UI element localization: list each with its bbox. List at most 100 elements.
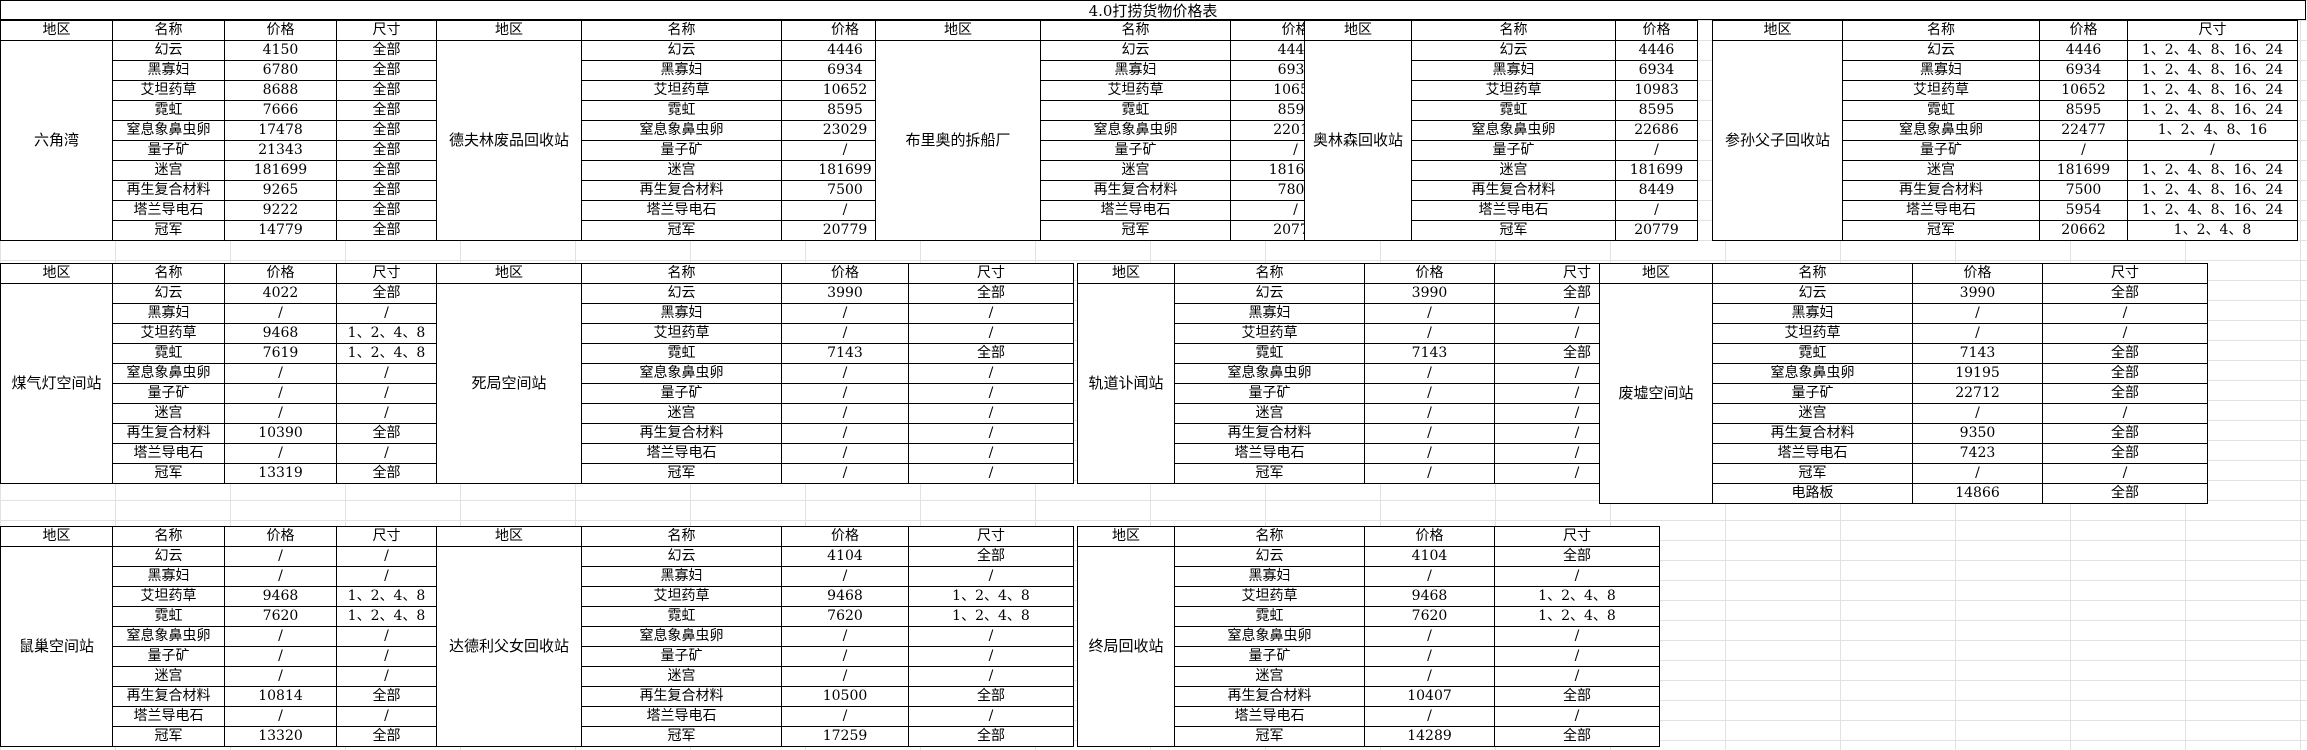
item-name[interactable]: 霓虹 xyxy=(1174,343,1365,364)
item-size[interactable]: 全部 xyxy=(336,463,437,484)
item-size[interactable]: 全部 xyxy=(1494,686,1660,707)
item-name[interactable]: 艾坦药草 xyxy=(112,80,225,101)
item-price[interactable]: / xyxy=(1364,626,1495,647)
item-name[interactable]: 冠军 xyxy=(1040,220,1231,241)
item-size[interactable]: 1、2、4、8 xyxy=(336,323,437,344)
item-price[interactable]: 8688 xyxy=(224,80,337,101)
item-name[interactable]: 窒息象鼻虫卵 xyxy=(112,363,225,384)
item-size[interactable]: 全部 xyxy=(1494,726,1660,747)
header-name[interactable]: 名称 xyxy=(581,263,782,284)
item-name[interactable]: 冠军 xyxy=(581,726,782,747)
item-price[interactable]: 19195 xyxy=(1912,363,2043,384)
item-price[interactable]: 6934 xyxy=(1615,60,1698,81)
item-name[interactable]: 霓虹 xyxy=(1040,100,1231,121)
item-name[interactable]: 塔兰导电石 xyxy=(1411,200,1616,221)
item-name[interactable]: 霓虹 xyxy=(1411,100,1616,121)
item-name[interactable]: 霓虹 xyxy=(112,343,225,364)
item-name[interactable]: 塔兰导电石 xyxy=(1040,200,1231,221)
item-price[interactable]: 20779 xyxy=(1615,220,1698,241)
item-price[interactable]: 7619 xyxy=(224,343,337,364)
item-name[interactable]: 量子矿 xyxy=(1712,383,1913,404)
item-name[interactable]: 电路板 xyxy=(1712,483,1913,504)
item-price[interactable]: 10814 xyxy=(224,686,337,707)
item-size[interactable]: / xyxy=(908,403,1074,424)
item-price[interactable]: / xyxy=(1912,403,2043,424)
item-size[interactable]: / xyxy=(908,363,1074,384)
item-price[interactable]: 20662 xyxy=(2039,220,2128,241)
item-price[interactable]: 10983 xyxy=(1615,80,1698,101)
item-name[interactable]: 量子矿 xyxy=(581,140,782,161)
item-name[interactable]: 幻云 xyxy=(1040,40,1231,61)
item-price[interactable]: / xyxy=(1364,403,1495,424)
header-name[interactable]: 名称 xyxy=(581,20,782,41)
item-price[interactable]: 4022 xyxy=(224,283,337,304)
item-price[interactable]: / xyxy=(1364,666,1495,687)
item-size[interactable]: / xyxy=(1494,706,1660,727)
item-name[interactable]: 再生复合材料 xyxy=(1174,686,1365,707)
item-name[interactable]: 量子矿 xyxy=(1411,140,1616,161)
item-name[interactable]: 黑寡妇 xyxy=(1712,303,1913,324)
item-price[interactable]: 3990 xyxy=(781,283,909,304)
item-size[interactable]: / xyxy=(908,626,1074,647)
item-size[interactable]: / xyxy=(908,706,1074,727)
region-name[interactable]: 达德利父女回收站 xyxy=(436,546,582,747)
item-price[interactable]: 9222 xyxy=(224,200,337,221)
item-price[interactable]: 10407 xyxy=(1364,686,1495,707)
item-name[interactable]: 幻云 xyxy=(1411,40,1616,61)
item-name[interactable]: 幻云 xyxy=(581,40,782,61)
item-price[interactable]: 8595 xyxy=(2039,100,2128,121)
header-name[interactable]: 名称 xyxy=(1174,526,1365,547)
item-price[interactable]: 7143 xyxy=(1912,343,2043,364)
item-size[interactable]: 1、2、4、8 xyxy=(336,586,437,607)
region-name[interactable]: 鼠巢空间站 xyxy=(0,546,113,747)
header-region[interactable]: 地区 xyxy=(0,20,113,41)
header-size[interactable]: 尺寸 xyxy=(2127,20,2298,41)
item-size[interactable]: / xyxy=(336,706,437,727)
item-size[interactable]: / xyxy=(908,423,1074,444)
item-size[interactable]: / xyxy=(336,666,437,687)
header-name[interactable]: 名称 xyxy=(1712,263,1913,284)
item-size[interactable]: 1、2、4、8 xyxy=(2127,220,2298,241)
header-name[interactable]: 名称 xyxy=(112,526,225,547)
item-size[interactable]: 全部 xyxy=(336,423,437,444)
item-name[interactable]: 幻云 xyxy=(1174,546,1365,567)
item-size[interactable]: 1、2、4、8、16、24 xyxy=(2127,160,2298,181)
item-name[interactable]: 艾坦药草 xyxy=(581,80,782,101)
item-size[interactable]: / xyxy=(1494,566,1660,587)
header-size[interactable]: 尺寸 xyxy=(908,526,1074,547)
item-price[interactable]: 181699 xyxy=(2039,160,2128,181)
item-name[interactable]: 冠军 xyxy=(1174,463,1365,484)
item-name[interactable]: 迷宫 xyxy=(581,160,782,181)
item-price[interactable]: / xyxy=(1364,566,1495,587)
header-price[interactable]: 价格 xyxy=(1364,263,1495,284)
item-size[interactable]: / xyxy=(908,646,1074,667)
item-price[interactable]: 7500 xyxy=(2039,180,2128,201)
item-name[interactable]: 再生复合材料 xyxy=(112,180,225,201)
item-name[interactable]: 艾坦药草 xyxy=(1174,323,1365,344)
item-size[interactable]: 1、2、4、8 xyxy=(1494,606,1660,627)
item-price[interactable]: / xyxy=(781,423,909,444)
item-size[interactable]: 全部 xyxy=(908,686,1074,707)
header-region[interactable]: 地区 xyxy=(875,20,1041,41)
item-price[interactable]: / xyxy=(224,443,337,464)
item-name[interactable]: 再生复合材料 xyxy=(112,423,225,444)
region-name[interactable]: 六角湾 xyxy=(0,40,113,241)
item-size[interactable]: / xyxy=(1494,626,1660,647)
item-price[interactable]: / xyxy=(1364,323,1495,344)
header-name[interactable]: 名称 xyxy=(112,263,225,284)
item-name[interactable]: 黑寡妇 xyxy=(1842,60,2040,81)
item-name[interactable]: 塔兰导电石 xyxy=(581,706,782,727)
item-price[interactable]: 14779 xyxy=(224,220,337,241)
item-price[interactable]: 181699 xyxy=(224,160,337,181)
item-size[interactable]: / xyxy=(908,303,1074,324)
item-name[interactable]: 艾坦药草 xyxy=(112,323,225,344)
header-name[interactable]: 名称 xyxy=(112,20,225,41)
header-price[interactable]: 价格 xyxy=(224,263,337,284)
item-size[interactable]: 1、2、4、8、16、24 xyxy=(2127,180,2298,201)
item-name[interactable]: 黑寡妇 xyxy=(581,566,782,587)
item-size[interactable]: 全部 xyxy=(336,220,437,241)
item-price[interactable]: 22686 xyxy=(1615,120,1698,141)
region-name[interactable]: 终局回收站 xyxy=(1077,546,1175,747)
item-price[interactable]: / xyxy=(781,443,909,464)
item-name[interactable]: 黑寡妇 xyxy=(112,60,225,81)
